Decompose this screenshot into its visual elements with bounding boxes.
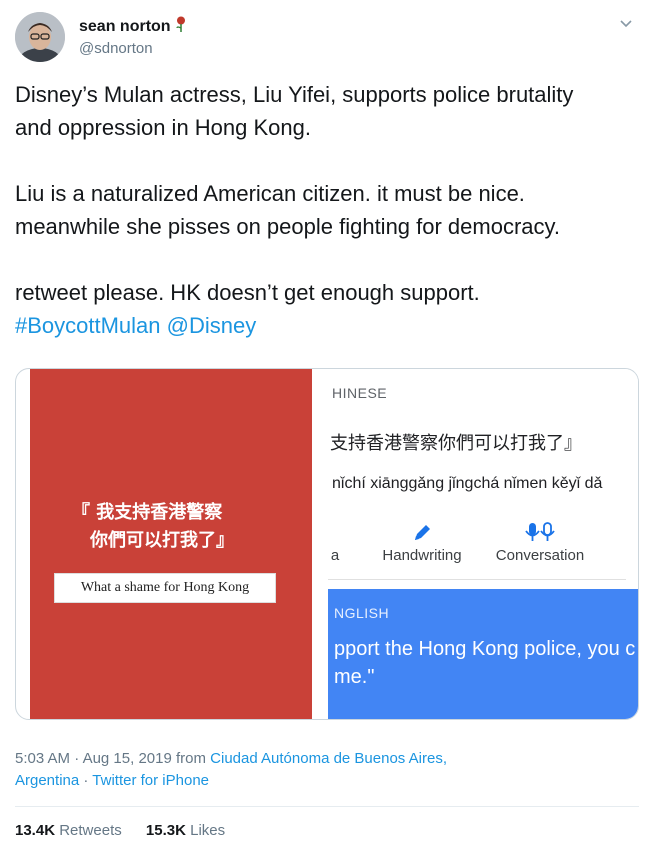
tweet-meta: 5:03 AM · Aug 15, 2019 from Ciudad Autón… [15,750,447,789]
tweet-date[interactable]: Aug 15, 2019 [83,750,172,767]
microphone-icon [490,519,590,547]
retweets-label: Retweets [59,822,122,839]
likes-label: Likes [190,822,226,839]
quote-text: 『 我支持香港警察 你們可以打我了』 [72,499,234,555]
handwriting-label: Handwriting [382,547,462,564]
source-text: 支持香港警察你們可以打我了』 [330,433,582,454]
divider [328,579,626,580]
chevron-down-icon[interactable] [619,16,633,35]
mode-cut-label: a [330,547,340,564]
tweet-line: meanwhile she pisses on people fighting … [15,214,561,239]
translated-text: pport the Hong Kong police, you c me." [334,638,636,688]
media-image[interactable]: 『 我支持香港警察 你們可以打我了』 What a shame for Hong… [15,368,639,720]
handwriting-mode: Handwriting [374,519,470,564]
pen-icon [374,519,470,547]
user-handle[interactable]: @sdnorton [79,39,187,59]
avatar[interactable] [15,12,65,62]
client-link[interactable]: Twitter for iPhone [92,772,209,789]
tweet-header: sean norton @sdnorton [15,12,639,64]
quote-line: 你們可以打我了』 [90,530,234,551]
translation-result-panel: NGLISH pport the Hong Kong police, you c… [328,589,638,719]
hashtag-link[interactable]: #BoycottMulan [15,313,161,338]
pinyin-text: nǐchí xiānggǎng jǐngchá nǐmen kěyǐ dǎ [332,475,603,492]
mode-cut-off: a [328,519,342,564]
tweet-text: Disney’s Mulan actress, Liu Yifei, suppo… [15,78,645,342]
rose-icon [175,16,187,37]
target-language-label: NGLISH [334,605,390,621]
mention-link[interactable]: @Disney [167,313,257,338]
from-label: from [175,750,206,767]
tweet-line: Liu is a naturalized American citizen. i… [15,181,525,206]
tweet-stats: 13.4K Retweets 15.3K Likes [15,822,245,839]
media-left-panel: 『 我支持香港警察 你們可以打我了』 What a shame for Hong… [30,369,312,719]
retweets-count: 13.4K [15,822,56,839]
source-language-label: HINESE [332,385,388,401]
likes-count: 15.3K [145,822,186,839]
likes-stat[interactable]: 15.3K Likes [146,822,225,839]
divider [15,806,639,807]
user-names: sean norton @sdnorton [79,16,187,59]
conversation-mode: Conversation [490,519,590,564]
quote-line: 『 我支持香港警察 [72,502,223,523]
tweet-time[interactable]: 5:03 AM [15,750,70,767]
location-link[interactable]: Ciudad Autónoma de Buenos Aires, [210,750,447,767]
translate-screenshot: HINESE 支持香港警察你們可以打我了』 nǐchí xiānggǎng jǐ… [312,369,638,719]
retweets-stat[interactable]: 13.4K Retweets [15,822,122,839]
conversation-label: Conversation [495,547,585,564]
tweet-line: and oppression in Hong Kong. [15,115,311,140]
caption-box: What a shame for Hong Kong [54,573,276,603]
location-link-line2[interactable]: Argentina [15,772,79,789]
display-name[interactable]: sean norton [79,18,171,35]
tweet-line: retweet please. HK doesn’t get enough su… [15,280,480,305]
tweet-line: Disney’s Mulan actress, Liu Yifei, suppo… [15,82,574,107]
